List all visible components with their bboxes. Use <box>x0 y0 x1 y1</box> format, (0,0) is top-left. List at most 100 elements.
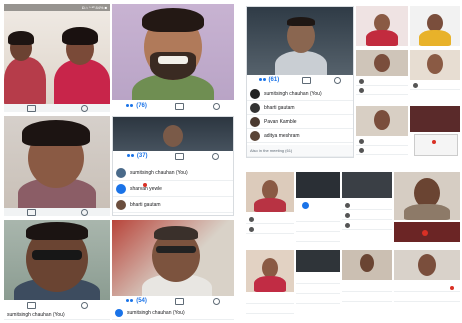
video-tile-woman-closeup[interactable] <box>4 116 110 216</box>
avatar <box>359 79 364 84</box>
participant-video <box>296 250 340 272</box>
participant-row[interactable] <box>296 214 340 222</box>
info-icon[interactable] <box>334 76 342 84</box>
record-icon <box>432 140 436 144</box>
call-toolbar <box>4 104 110 112</box>
chat-icon[interactable] <box>26 104 36 112</box>
grid-screen-13[interactable] <box>296 250 340 320</box>
participant-row[interactable]: sumitsingh chauhan (You) <box>247 87 353 101</box>
participants-count-button[interactable]: (76) <box>126 103 147 109</box>
participant-row[interactable] <box>342 294 392 302</box>
grid-screen-11[interactable] <box>394 222 460 248</box>
participant-row[interactable]: bharti gautam <box>113 197 233 213</box>
participant-video <box>112 220 234 296</box>
avatar <box>345 213 350 218</box>
participant-row[interactable] <box>296 224 340 232</box>
chat-icon[interactable] <box>175 102 185 110</box>
avatar <box>359 139 364 144</box>
participant-video <box>410 50 460 80</box>
grid-screen-4[interactable] <box>410 50 460 102</box>
participant-video <box>356 106 408 136</box>
grid-screen-2[interactable] <box>410 6 460 46</box>
avatar <box>345 203 350 208</box>
grid-screen-5[interactable] <box>356 106 408 160</box>
participant-row[interactable] <box>410 82 460 90</box>
participant-row[interactable]: sumitsingh chauhan (You) <box>4 310 110 320</box>
grid-screen-8[interactable] <box>296 172 340 246</box>
end-call-icon[interactable] <box>422 230 428 236</box>
participant-row[interactable] <box>296 296 340 304</box>
participant-row[interactable] <box>296 286 340 294</box>
avatar <box>250 116 260 127</box>
avatar <box>116 199 126 210</box>
avatar <box>413 83 418 88</box>
avatar <box>249 217 254 222</box>
participant-row[interactable]: bharti gautam <box>247 101 353 115</box>
participant-row[interactable] <box>356 147 408 155</box>
info-icon[interactable] <box>212 102 220 110</box>
info-icon[interactable] <box>80 208 88 216</box>
participant-video <box>246 172 294 212</box>
chat-icon[interactable] <box>26 301 36 309</box>
call-toolbar <box>4 300 110 310</box>
participant-row[interactable] <box>296 276 340 284</box>
participant-row[interactable] <box>246 306 294 314</box>
participant-video <box>246 250 294 292</box>
grid-screen-14[interactable] <box>342 250 392 320</box>
participant-video <box>4 116 110 208</box>
participant-video <box>4 11 110 104</box>
chat-icon[interactable] <box>175 297 185 305</box>
participant-row[interactable] <box>356 138 408 146</box>
participant-row[interactable] <box>246 216 294 224</box>
participant-row[interactable]: Pavan Kamble <box>247 115 353 129</box>
grid-screen-1[interactable] <box>356 6 408 46</box>
participants-count-button[interactable]: (37) <box>126 153 148 159</box>
participant-row[interactable] <box>342 202 392 210</box>
video-tile-two-women[interactable]: ◘ ⌂ ⁿ ᵃˡˡ 84% ■ <box>4 4 110 112</box>
grid-screen-12[interactable] <box>246 250 294 320</box>
grid-screen-9[interactable] <box>342 172 392 246</box>
info-icon[interactable] <box>212 152 220 160</box>
grid-screen-7[interactable] <box>246 172 294 246</box>
participant-row[interactable] <box>394 294 460 302</box>
participant-row[interactable] <box>356 78 408 86</box>
participant-row[interactable] <box>342 222 392 230</box>
avatar <box>250 88 260 99</box>
avatar <box>359 88 364 93</box>
grid-screen-15[interactable] <box>394 250 460 320</box>
participant-video <box>4 220 110 300</box>
grid-screen-10[interactable] <box>394 172 460 220</box>
participants-panel: (37) sumitsingh chauhan (You) sharvan ye… <box>112 116 234 216</box>
participant-row[interactable] <box>342 284 392 292</box>
chat-icon[interactable] <box>26 208 36 216</box>
info-icon[interactable] <box>80 104 88 112</box>
participant-video <box>112 4 234 100</box>
call-toolbar <box>4 208 110 216</box>
grid-screen-3[interactable] <box>356 50 408 102</box>
grid-screen-6[interactable] <box>410 106 460 160</box>
mic-off-icon <box>450 286 454 290</box>
participant-row[interactable]: sharvan yewle <box>113 181 233 197</box>
participant-row[interactable] <box>342 212 392 220</box>
participant-row[interactable]: sumitsingh chauhan (You) <box>112 306 234 320</box>
video-tile-man-glasses[interactable]: sumitsingh chauhan (You) <box>4 220 110 320</box>
participant-row[interactable]: aditya meshram <box>247 129 353 143</box>
video-tile-bearded-man[interactable]: (76) <box>112 4 234 112</box>
participant-row[interactable] <box>246 226 294 234</box>
info-icon[interactable] <box>80 301 88 309</box>
participants-count-button[interactable]: (54) <box>126 298 147 304</box>
chat-icon[interactable] <box>302 76 312 84</box>
participant-row[interactable] <box>296 234 340 242</box>
participant-row[interactable] <box>246 296 294 304</box>
participant-row[interactable]: sumitsingh chauhan (You) <box>113 165 233 181</box>
video-tile-older-man[interactable]: (54) sumitsingh chauhan (You) <box>112 220 234 320</box>
participants-count-button[interactable]: (61) <box>258 77 279 83</box>
chat-icon[interactable] <box>175 152 185 160</box>
panel-tabs: (61) <box>247 75 353 85</box>
info-icon[interactable] <box>212 297 220 305</box>
call-toolbar: (76) <box>112 100 234 112</box>
phone-screen-participants: (61) sumitsingh chauhan (You) bharti gau… <box>246 6 354 158</box>
avatar <box>115 308 123 317</box>
participant-video <box>247 7 353 75</box>
participant-row[interactable] <box>356 87 408 95</box>
